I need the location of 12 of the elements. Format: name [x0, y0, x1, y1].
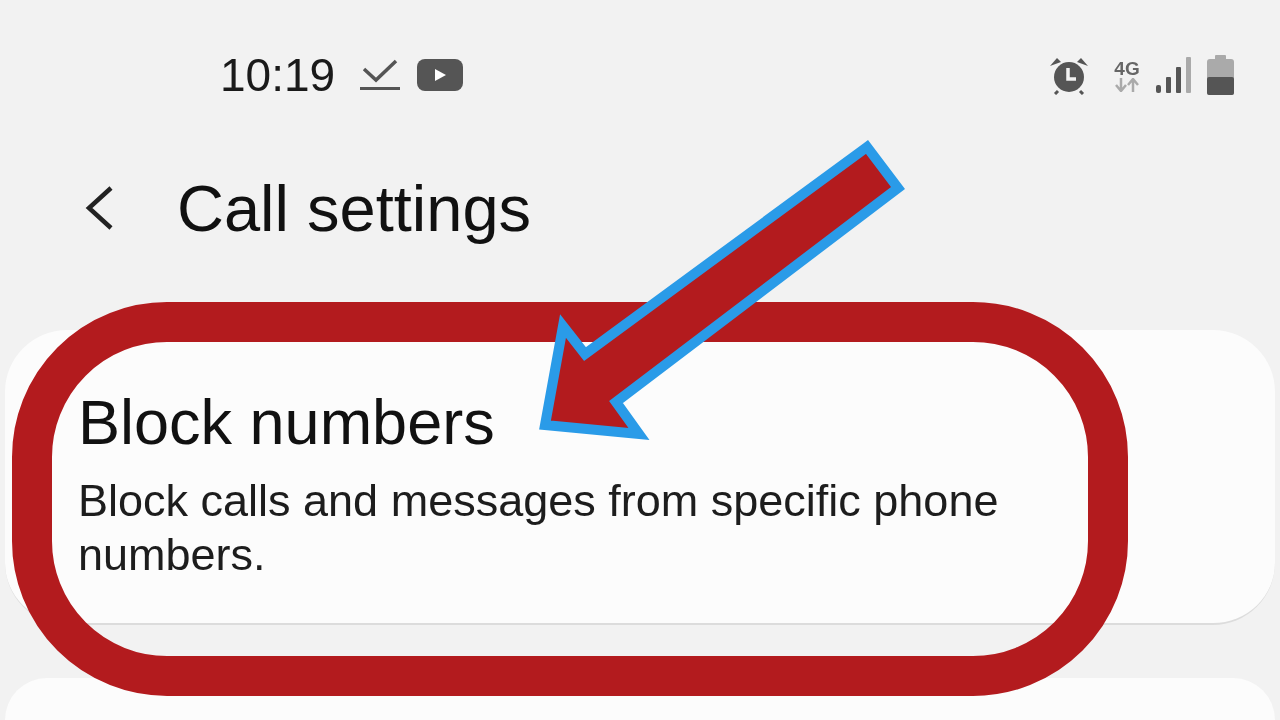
alarm-clock-icon [1048, 55, 1090, 95]
setting-summary: Block calls and messages from specific phone numbers. [78, 473, 1000, 582]
setting-title: Block numbers [78, 387, 495, 458]
back-button[interactable] [83, 185, 115, 231]
signal-icon [1156, 57, 1191, 93]
battery-icon [1207, 55, 1234, 95]
data-arrows-icon [1114, 77, 1140, 92]
back-icon [83, 185, 115, 231]
check-icon [359, 59, 402, 91]
network-type-label: 4G [1114, 58, 1140, 78]
clock-time: 10:19 [220, 52, 336, 98]
video-play-icon [417, 59, 464, 91]
